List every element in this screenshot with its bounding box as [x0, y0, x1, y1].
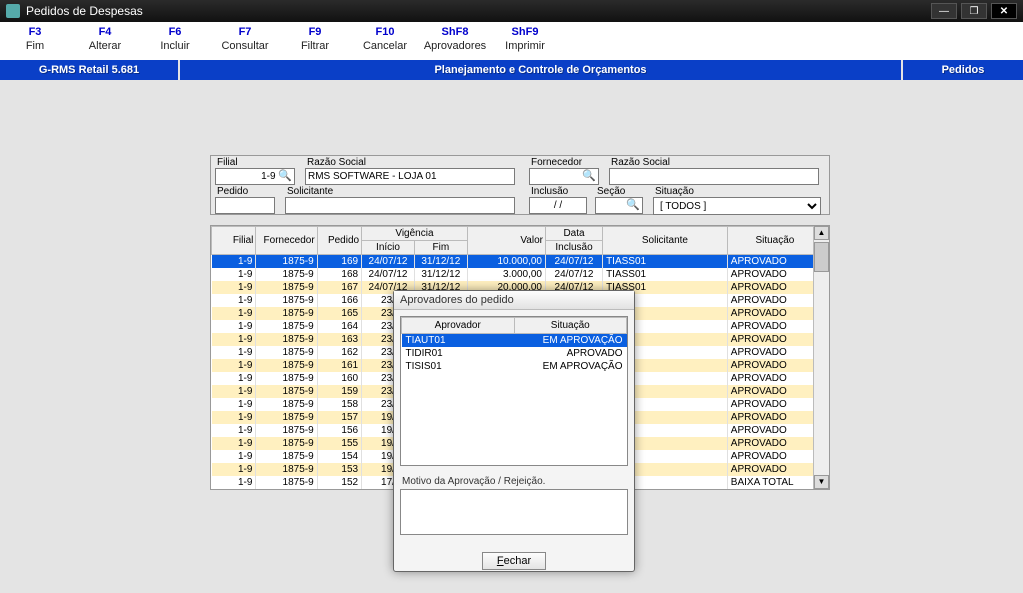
col-fim[interactable]: Fim: [414, 241, 467, 255]
section-title: Pedidos: [903, 60, 1023, 80]
menu-incluir[interactable]: F6Incluir: [140, 24, 210, 58]
inclusao-field[interactable]: / /: [529, 197, 587, 214]
fkey-label: ShF8: [420, 24, 490, 38]
close-button[interactable]: ✕: [991, 3, 1017, 19]
app-icon: [6, 4, 20, 18]
col-inicio[interactable]: Início: [362, 241, 415, 255]
label-razao2: Razão Social: [611, 157, 670, 168]
maximize-button[interactable]: ❐: [961, 3, 987, 19]
grid-scrollbar[interactable]: ▲ ▼: [813, 226, 829, 489]
col-filial[interactable]: Filial: [212, 227, 256, 255]
minimize-button[interactable]: —: [931, 3, 957, 19]
binoculars-icon[interactable]: 🔍: [626, 198, 640, 213]
app-version: G-RMS Retail 5.681: [0, 60, 180, 80]
menu-label[interactable]: Alterar: [70, 38, 140, 52]
fkey-label: F3: [0, 24, 70, 38]
filial-value: 1-9: [261, 171, 275, 182]
scroll-thumb[interactable]: [814, 242, 829, 272]
menu-label[interactable]: Aprovadores: [420, 38, 490, 52]
modal-title: Aprovadores do pedido: [394, 291, 634, 310]
scroll-down-icon[interactable]: ▼: [814, 475, 829, 489]
approvers-grid[interactable]: Aprovador Situação TIAUT01EM APROVAÇÃOTI…: [400, 316, 628, 466]
razao2-field[interactable]: [609, 168, 819, 185]
fkey-label: F4: [70, 24, 140, 38]
menu-consultar[interactable]: F7Consultar: [210, 24, 280, 58]
approver-row[interactable]: TIAUT01EM APROVAÇÃO: [402, 334, 627, 348]
menu-label[interactable]: Cancelar: [350, 38, 420, 52]
table-row[interactable]: 1-91875-916824/07/1231/12/123.000,0024/0…: [212, 268, 823, 281]
razao1-field[interactable]: RMS SOFTWARE - LOJA 01: [305, 168, 515, 185]
col-situacao[interactable]: Situação: [727, 227, 822, 255]
binoculars-icon[interactable]: 🔍: [582, 169, 596, 184]
page-title: Planejamento e Controle de Orçamentos: [180, 60, 903, 80]
secao-field[interactable]: 🔍: [595, 197, 643, 214]
col-data[interactable]: Data: [545, 227, 602, 241]
col-situacao-aprov[interactable]: Situação: [514, 318, 627, 334]
pedido-field[interactable]: [215, 197, 275, 214]
menu-label[interactable]: Imprimir: [490, 38, 560, 52]
approver-row[interactable]: TIDIR01APROVADO: [402, 347, 627, 360]
label-solicitante: Solicitante: [287, 186, 333, 197]
window-title: Pedidos de Despesas: [26, 4, 143, 18]
motivo-textarea[interactable]: [400, 489, 628, 535]
approvers-modal: Aprovadores do pedido Aprovador Situação…: [393, 290, 635, 572]
label-filial: Filial: [217, 157, 238, 168]
fkey-label: F10: [350, 24, 420, 38]
menu-label[interactable]: Consultar: [210, 38, 280, 52]
approver-row[interactable]: TISIS01EM APROVAÇÃO: [402, 360, 627, 373]
close-modal-button[interactable]: Fechar: [482, 552, 546, 570]
col-aprovador[interactable]: Aprovador: [402, 318, 515, 334]
menubar: F3FimF4AlterarF6IncluirF7ConsultarF9Filt…: [0, 22, 1023, 60]
menu-label[interactable]: Incluir: [140, 38, 210, 52]
menu-cancelar[interactable]: F10Cancelar: [350, 24, 420, 58]
filter-panel: Filial 1-9 🔍 Razão Social RMS SOFTWARE -…: [210, 155, 830, 215]
menu-alterar[interactable]: F4Alterar: [70, 24, 140, 58]
scroll-up-icon[interactable]: ▲: [814, 226, 829, 240]
menu-aprovadores[interactable]: ShF8Aprovadores: [420, 24, 490, 58]
fkey-label: ShF9: [490, 24, 560, 38]
header-strip: G-RMS Retail 5.681 Planejamento e Contro…: [0, 60, 1023, 80]
window-titlebar: Pedidos de Despesas — ❐ ✕: [0, 0, 1023, 22]
col-solicitante[interactable]: Solicitante: [603, 227, 728, 255]
menu-label[interactable]: Filtrar: [280, 38, 350, 52]
binoculars-icon[interactable]: 🔍: [278, 170, 292, 182]
label-pedido: Pedido: [217, 186, 248, 197]
label-razao1: Razão Social: [307, 157, 366, 168]
label-fornecedor: Fornecedor: [531, 157, 582, 168]
menu-fim[interactable]: F3Fim: [0, 24, 70, 58]
menu-imprimir[interactable]: ShF9Imprimir: [490, 24, 560, 58]
label-secao: Seção: [597, 186, 625, 197]
fkey-label: F7: [210, 24, 280, 38]
filial-field[interactable]: 1-9 🔍: [215, 168, 295, 185]
col-valor[interactable]: Valor: [467, 227, 545, 255]
table-row[interactable]: 1-91875-916924/07/1231/12/1210.000,0024/…: [212, 255, 823, 268]
col-pedido[interactable]: Pedido: [317, 227, 361, 255]
solicitante-field[interactable]: [285, 197, 515, 214]
menu-filtrar[interactable]: F9Filtrar: [280, 24, 350, 58]
col-inclusao[interactable]: Inclusão: [545, 241, 602, 255]
menu-label[interactable]: Fim: [0, 38, 70, 52]
fkey-label: F9: [280, 24, 350, 38]
label-inclusao: Inclusão: [531, 186, 568, 197]
motivo-label: Motivo da Aprovação / Rejeição.: [400, 474, 628, 489]
col-vigencia[interactable]: Vigência: [362, 227, 468, 241]
col-fornecedor[interactable]: Fornecedor: [256, 227, 317, 255]
label-situacao: Situação: [655, 186, 694, 197]
situacao-dropdown[interactable]: [ TODOS ]: [653, 197, 821, 215]
fkey-label: F6: [140, 24, 210, 38]
fornecedor-field[interactable]: 🔍: [529, 168, 599, 185]
